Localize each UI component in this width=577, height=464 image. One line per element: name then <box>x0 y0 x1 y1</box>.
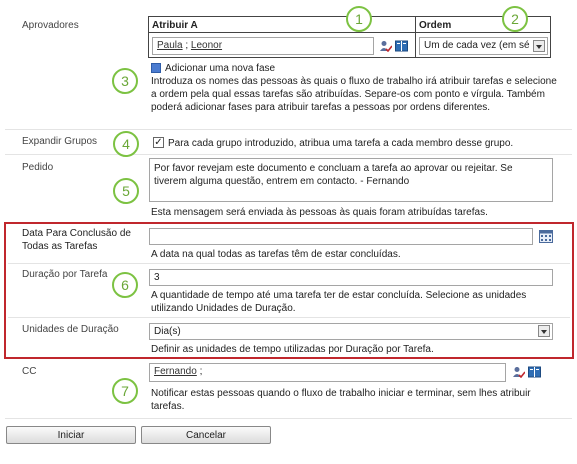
calendar-icon[interactable] <box>539 230 553 243</box>
check-names-icon[interactable] <box>380 40 393 53</box>
assignee-name[interactable]: Paula <box>157 40 183 51</box>
request-label: Pedido <box>22 162 54 173</box>
cc-description: Notificar estas pessoas quando o fluxo d… <box>151 388 531 412</box>
duration-units-select[interactable]: Dia(s) <box>149 323 553 340</box>
separator <box>5 154 572 155</box>
cc-input[interactable]: Fernando ; <box>149 363 506 382</box>
separator <box>5 129 572 130</box>
due-date-description: A data na qual todas as tarefas têm de e… <box>151 249 401 260</box>
add-stage-icon <box>151 63 161 74</box>
separator <box>8 263 570 264</box>
cancel-button[interactable]: Cancelar <box>141 426 271 444</box>
approvers-description: Introduza os nomes das pessoas às quais … <box>151 76 557 113</box>
callout-7: 7 <box>112 378 138 404</box>
cc-label: CC <box>22 366 37 377</box>
request-textarea[interactable]: Por favor revejam este documento e concl… <box>149 158 553 202</box>
add-stage-label: Adicionar uma nova fase <box>165 63 276 74</box>
chevron-down-icon[interactable] <box>533 40 545 52</box>
add-stage-link[interactable]: Adicionar uma nova fase <box>151 63 275 74</box>
cc-person[interactable]: Fernando <box>154 366 197 377</box>
callout-4: 4 <box>113 131 139 157</box>
callout-5: 5 <box>113 178 139 204</box>
order-header: Ordem <box>419 20 452 31</box>
assignee-separator: ; <box>182 40 191 51</box>
request-text: Por favor revejam este documento e concl… <box>154 163 513 187</box>
assignees-input[interactable]: Paula ; Leonor <box>152 37 374 55</box>
request-description: Esta mensagem será enviada às pessoas às… <box>151 207 488 218</box>
duration-label: Duração por Tarefa <box>22 269 108 280</box>
callout-6: 6 <box>112 272 138 298</box>
duration-description: A quantidade de tempo até uma tarefa ter… <box>151 290 527 314</box>
duration-value: 3 <box>154 272 160 283</box>
address-book-icon[interactable] <box>528 366 541 378</box>
duration-input[interactable]: 3 <box>149 269 553 286</box>
due-date-input[interactable] <box>149 228 533 245</box>
separator <box>8 317 570 318</box>
approvers-label: Aprovadores <box>22 20 79 31</box>
duration-units-description: Definir as unidades de tempo utilizadas … <box>151 344 434 355</box>
callout-2: 2 <box>502 6 528 32</box>
chevron-down-icon[interactable] <box>538 325 550 337</box>
duration-units-value: Dia(s) <box>154 326 181 337</box>
cc-separator: ; <box>196 366 203 377</box>
start-button[interactable]: Iniciar <box>6 426 136 444</box>
approvers-table-header-line <box>148 32 551 33</box>
assign-to-header: Atribuir A <box>152 20 198 31</box>
expand-groups-label: Expandir Grupos <box>22 136 98 147</box>
due-date-label: Data Para Conclusão de Todas as Tarefas <box>22 228 131 252</box>
assignee-name[interactable]: Leonor <box>191 40 222 51</box>
address-book-icon[interactable] <box>395 40 408 52</box>
approvers-table-divider <box>415 16 416 58</box>
separator <box>5 418 572 419</box>
expand-groups-text: Para cada grupo introduzido, atribua uma… <box>168 138 514 149</box>
expand-groups-checkbox[interactable]: ✓ <box>153 137 164 148</box>
order-select-value: Um de cada vez (em sé <box>424 40 530 51</box>
order-select[interactable]: Um de cada vez (em sé <box>419 37 548 55</box>
check-names-icon[interactable] <box>513 366 526 379</box>
duration-units-label: Unidades de Duração <box>22 324 119 335</box>
callout-1: 1 <box>346 6 372 32</box>
callout-3: 3 <box>112 68 138 94</box>
